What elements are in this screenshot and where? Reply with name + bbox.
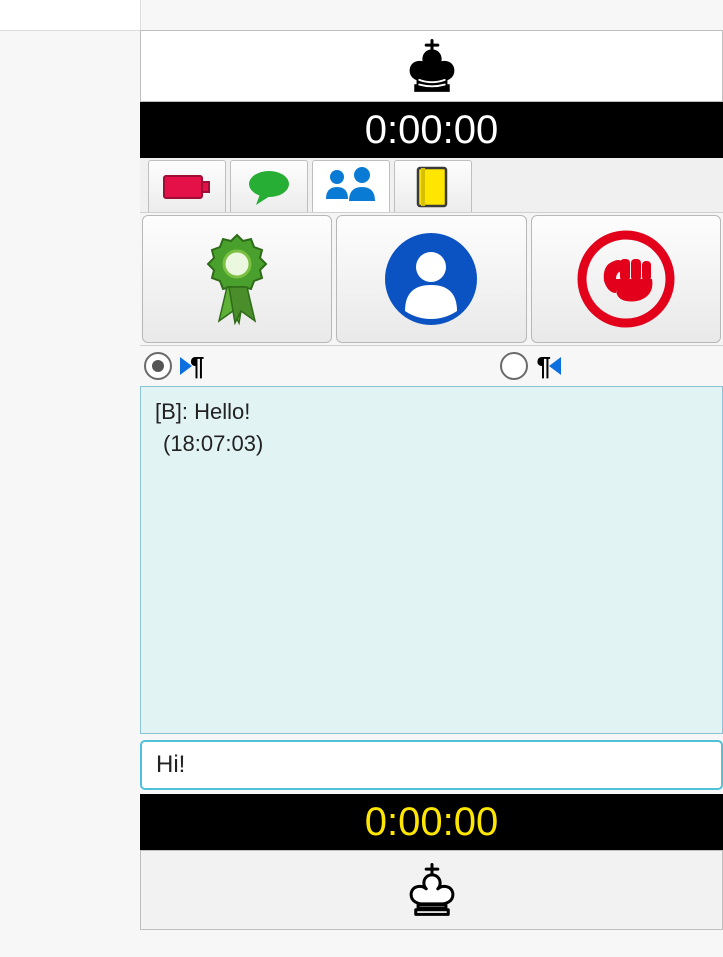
chat-log: [B]: Hello! (18:07:03) [140,386,723,734]
direction-left-radio[interactable] [144,352,172,380]
profile-button[interactable] [336,215,526,343]
speech-bubble-icon [244,167,294,207]
tab-chat[interactable] [230,160,308,212]
fist-button[interactable] [531,215,721,343]
chat-timestamp-line: (18:07:03) [155,431,708,457]
fist-circle-icon [576,229,676,329]
king-black-icon [402,37,462,95]
player-king-bar [140,850,723,930]
chat-message-line: [B]: Hello! [155,399,708,425]
award-ribbon-icon [197,229,277,329]
rtl-icon: ¶ [536,351,560,382]
award-button[interactable] [142,215,332,343]
player-timer: 0:00:00 [140,794,723,850]
people-icon [322,165,380,209]
tab-battery[interactable] [148,160,226,212]
tab-book[interactable] [394,160,472,212]
battery-icon [162,170,212,204]
left-header-strip [0,0,141,31]
tab-strip [140,158,723,212]
direction-selector-row: ¶ ¶ [140,346,723,386]
tab-players[interactable] [312,160,390,212]
player-timer-value: 0:00:00 [365,800,498,845]
book-icon [413,165,453,209]
chat-input[interactable] [140,740,723,790]
action-button-row [140,212,723,346]
direction-right-radio[interactable] [500,352,528,380]
game-side-panel: 0:00:00 [140,30,723,930]
user-circle-icon [381,229,481,329]
opponent-timer-value: 0:00:00 [365,108,498,153]
opponent-timer: 0:00:00 [140,102,723,158]
king-white-icon [402,861,462,919]
opponent-king-bar [140,30,723,102]
ltr-icon: ¶ [180,351,204,382]
